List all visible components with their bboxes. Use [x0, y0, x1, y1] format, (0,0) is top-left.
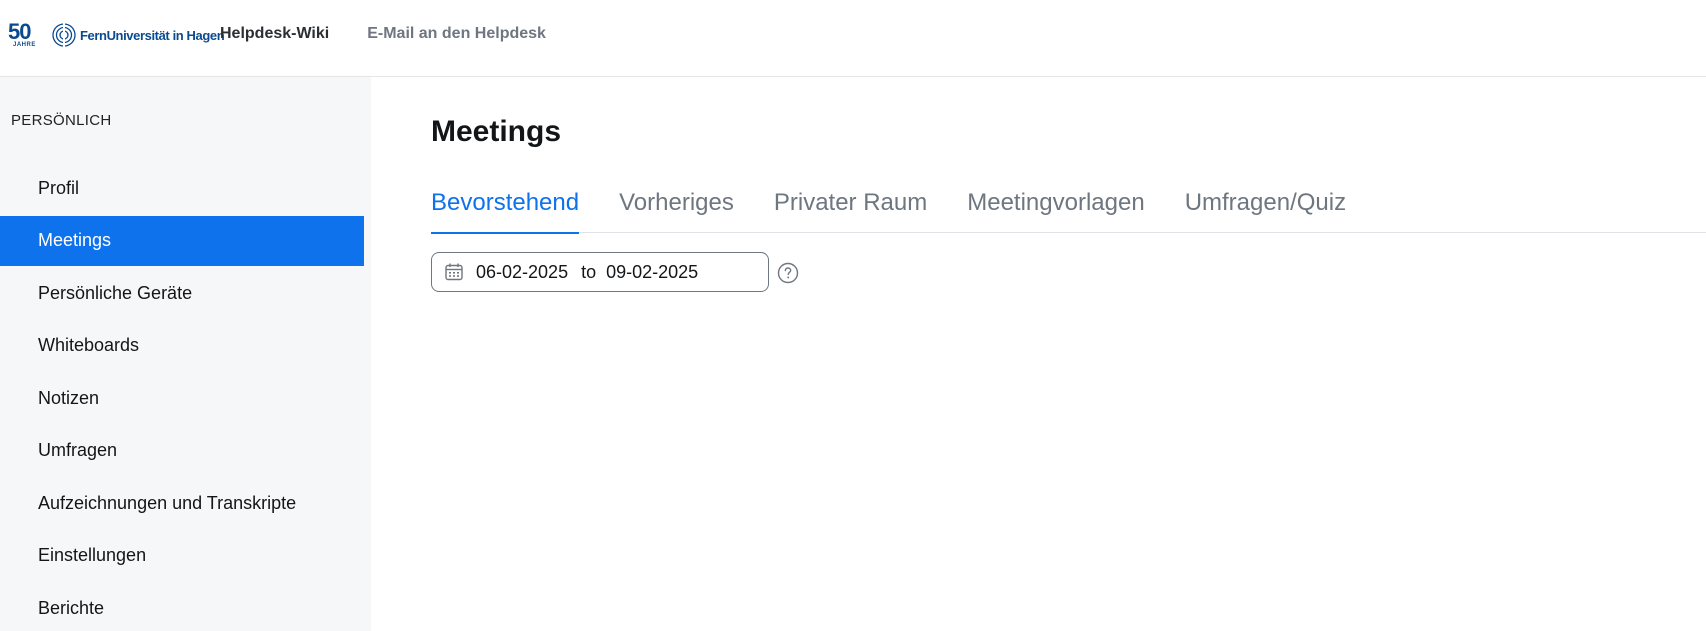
- university-name: FernUniversität in Hagen: [80, 27, 225, 43]
- tab-umfragen-quiz[interactable]: Umfragen/Quiz: [1185, 185, 1346, 233]
- calendar-icon: [445, 263, 463, 281]
- sidebar-item-einstellungen[interactable]: Einstellungen: [0, 531, 364, 581]
- sidebar-section-title: PERSÖNLICH: [11, 112, 112, 129]
- top-navigation: Helpdesk-Wiki E-Mail an den Helpdesk: [220, 25, 546, 43]
- sidebar-item-notizen[interactable]: Notizen: [0, 373, 364, 423]
- meeting-tabs: Bevorstehend Vorheriges Privater Raum Me…: [431, 185, 1706, 234]
- sidebar-item-berichte[interactable]: Berichte: [0, 583, 364, 631]
- sidebar-item-meetings[interactable]: Meetings: [0, 215, 364, 266]
- helpdesk-wiki-link[interactable]: Helpdesk-Wiki: [220, 25, 329, 43]
- university-logo[interactable]: 50 JAHRE FernUniversität in Hagen: [8, 20, 225, 50]
- date-range-picker[interactable]: 06-02-2025 to 09-02-2025: [431, 252, 769, 292]
- main-content: Meetings Bevorstehend Vorheriges Private…: [371, 77, 1706, 631]
- sidebar-item-whiteboards[interactable]: Whiteboards: [0, 321, 364, 371]
- anniversary-label: JAHRE: [13, 42, 36, 48]
- sidebar-item-persoenliche-geraete[interactable]: Persönliche Geräte: [0, 268, 364, 318]
- fernuni-logo-icon: [52, 23, 76, 47]
- tab-vorheriges[interactable]: Vorheriges: [619, 185, 734, 233]
- date-separator: to: [581, 261, 597, 282]
- page-title: Meetings: [431, 115, 562, 148]
- tab-privater-raum[interactable]: Privater Raum: [774, 185, 927, 233]
- tab-bevorstehend[interactable]: Bevorstehend: [431, 185, 580, 234]
- sidebar-item-profil[interactable]: Profil: [0, 163, 364, 213]
- sidebar-item-aufzeichnungen[interactable]: Aufzeichnungen und Transkripte: [0, 478, 364, 528]
- start-date: 06-02-2025: [476, 261, 569, 282]
- anniversary-badge: 50 JAHRE: [8, 20, 42, 50]
- sidebar-menu: Profil Meetings Persönliche Geräte White…: [0, 163, 364, 631]
- top-header: 50 JAHRE FernUniversität in Hagen Helpde…: [0, 0, 1706, 77]
- tab-meetingvorlagen[interactable]: Meetingvorlagen: [967, 185, 1144, 233]
- sidebar: PERSÖNLICH Profil Meetings Persönliche G…: [0, 77, 371, 631]
- question-circle-icon[interactable]: [777, 262, 799, 284]
- email-helpdesk-link[interactable]: E-Mail an den Helpdesk: [367, 25, 546, 43]
- sidebar-item-umfragen[interactable]: Umfragen: [0, 426, 364, 476]
- anniversary-number: 50: [8, 19, 32, 44]
- end-date: 09-02-2025: [606, 261, 699, 282]
